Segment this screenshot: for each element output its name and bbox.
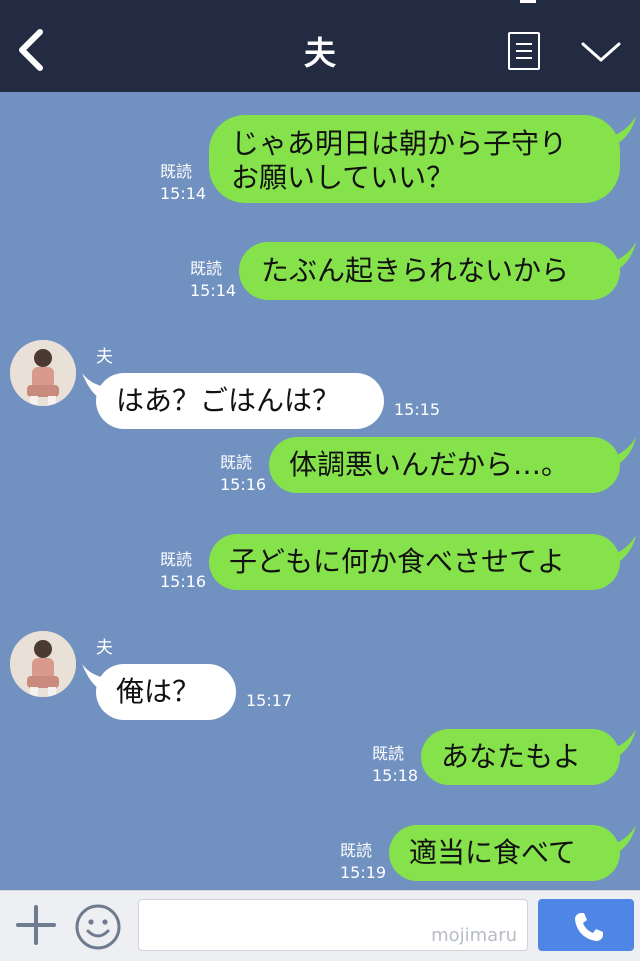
message-time: 15:14: [190, 281, 237, 300]
message-meta: 既読 15:16: [160, 549, 206, 593]
message-time: 15:17: [246, 691, 293, 710]
message-time: 15:14: [160, 184, 207, 203]
message-meta: 既読 15:14: [160, 161, 206, 205]
message-meta: 既読 15:19: [340, 840, 386, 884]
message-text-line: お願いしていい？: [231, 161, 455, 194]
message-text-line: じゃあ明日は朝から子守り: [231, 127, 568, 160]
chat-title: 夫: [303, 34, 336, 72]
read-label: 既読: [160, 162, 193, 181]
message-input[interactable]: mojimaru: [138, 899, 528, 951]
message-text: 体調悪いんだから…。: [289, 448, 570, 481]
message-meta: 既読 15:16: [220, 452, 266, 496]
sent-message-bubble[interactable]: 適当に食べて: [389, 825, 620, 881]
sent-message-bubble[interactable]: じゃあ明日は朝から子守り お願いしていい？: [209, 115, 620, 203]
read-label: 既読: [220, 453, 253, 472]
read-label: 既読: [190, 259, 223, 278]
read-label: 既読: [160, 550, 193, 569]
message-text: 適当に食べて: [409, 836, 576, 869]
sent-message-bubble[interactable]: 子どもに何か食べさせてよ: [209, 534, 620, 590]
person-avatar-icon: [10, 631, 76, 697]
chevron-down-icon[interactable]: [580, 38, 622, 66]
message-time: 15:15: [394, 400, 441, 419]
read-label: 既読: [340, 841, 373, 860]
sender-name: 夫: [96, 638, 113, 658]
message-text: あなたもよ: [441, 740, 582, 773]
person-avatar-icon: [10, 340, 76, 406]
chat-area[interactable]: 既読 15:14 じゃあ明日は朝から子守り お願いしていい？ 既読 15:14 …: [0, 92, 640, 890]
message-text: はあ？ごはんは？: [116, 384, 341, 417]
message-time: 15:18: [372, 766, 419, 785]
message-meta: 既読 15:18: [372, 743, 418, 787]
watermark: mojimaru: [431, 925, 517, 946]
sent-message-bubble[interactable]: たぶん起きられないから: [239, 242, 620, 300]
emoji-icon[interactable]: [74, 903, 122, 951]
sent-message-bubble[interactable]: あなたもよ: [421, 729, 620, 785]
message-time: 15:19: [340, 863, 387, 882]
plus-icon[interactable]: [14, 903, 58, 947]
sender-name: 夫: [96, 347, 113, 367]
message-text: 子どもに何か食べさせてよ: [229, 545, 566, 578]
received-message-bubble[interactable]: 俺は？: [96, 664, 236, 720]
avatar[interactable]: [10, 631, 76, 697]
status-mark-icon: [520, 0, 536, 3]
phone-icon: [575, 913, 603, 941]
message-text: 俺は？: [116, 675, 201, 708]
received-message-bubble[interactable]: はあ？ごはんは？: [96, 373, 384, 429]
message-time: 15:16: [160, 572, 207, 591]
message-time: 15:16: [220, 475, 267, 494]
chat-header: 夫: [0, 0, 640, 92]
avatar[interactable]: [10, 340, 76, 406]
input-bar: mojimaru: [0, 890, 640, 961]
message-text: たぶん起きられないから: [261, 254, 570, 287]
call-button[interactable]: [538, 899, 634, 951]
read-label: 既読: [372, 744, 405, 763]
menu-list-icon[interactable]: [508, 32, 540, 70]
sent-message-bubble[interactable]: 体調悪いんだから…。: [269, 437, 620, 493]
message-meta: 既読 15:14: [190, 258, 236, 302]
